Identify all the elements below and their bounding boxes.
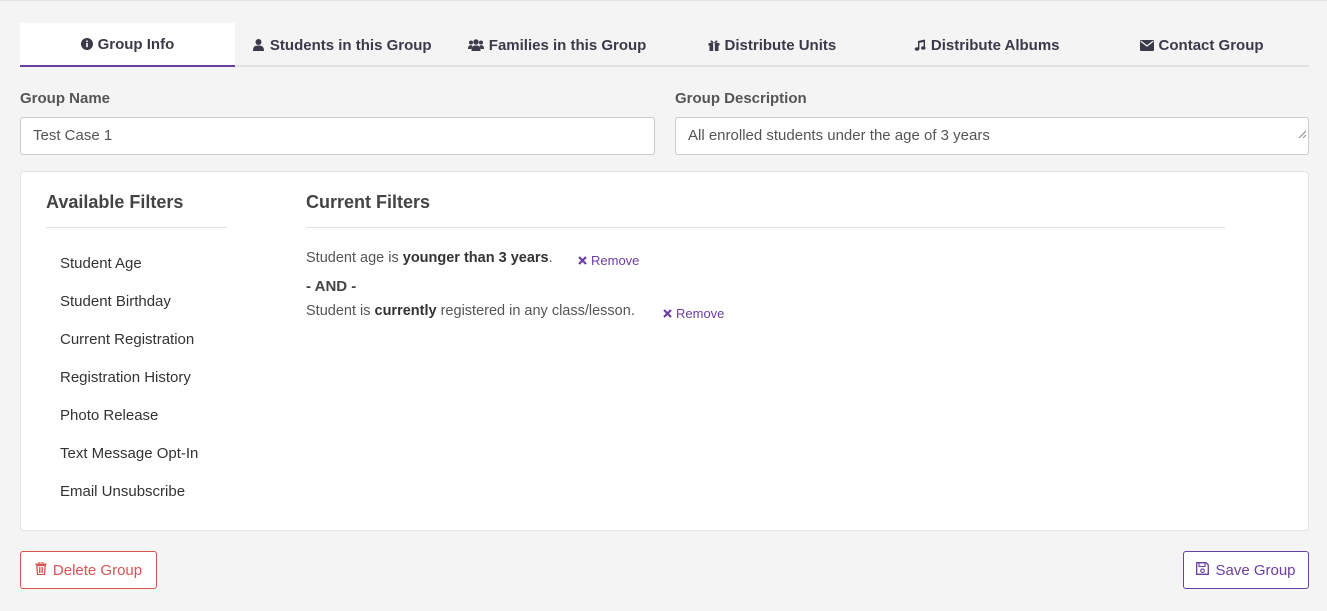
tab-label: Group Info — [97, 35, 175, 53]
delete-group-button[interactable]: Delete Group — [20, 551, 157, 589]
filter-option-photo-release[interactable]: Photo Release — [60, 407, 158, 424]
filter-option-registration-history[interactable]: Registration History — [60, 369, 191, 386]
current-filter-registration: Student is currently registered in any c… — [306, 303, 635, 319]
music-icon — [914, 39, 926, 51]
filter-option-email-unsubscribe[interactable]: Email Unsubscribe — [60, 483, 185, 500]
info-circle-icon — [80, 38, 93, 50]
users-icon — [467, 39, 484, 51]
tab-distribute-albums[interactable]: Distribute Albums — [879, 23, 1094, 67]
divider — [46, 227, 227, 228]
tab-distribute-units[interactable]: Distribute Units — [664, 23, 879, 67]
group-editor: Group Info Students in this Group Famili… — [0, 0, 1327, 611]
tab-label: Students in this Group — [269, 36, 432, 54]
tab-label: Distribute Units — [724, 36, 837, 54]
tab-label: Families in this Group — [488, 36, 647, 54]
current-filter-age: Student age is younger than 3 years. — [306, 250, 553, 266]
tab-group-info[interactable]: Group Info — [20, 23, 235, 67]
save-icon — [1196, 561, 1210, 579]
group-name-input[interactable]: Test Case 1 — [20, 117, 655, 155]
remove-filter-age-button[interactable]: Remove — [578, 253, 639, 268]
tab-students[interactable]: Students in this Group — [235, 23, 450, 67]
filters-panel: Available Filters Student Age Student Bi… — [20, 171, 1309, 531]
current-filters-title: Current Filters — [306, 192, 431, 212]
save-group-button[interactable]: Save Group — [1183, 551, 1309, 589]
save-group-label: Save Group — [1215, 561, 1296, 579]
group-description-label: Group Description — [675, 90, 807, 107]
and-separator: - AND - — [306, 278, 357, 295]
filter-text: Student is — [306, 303, 375, 319]
filter-option-student-birthday[interactable]: Student Birthday — [60, 293, 171, 310]
trash-icon — [35, 561, 47, 579]
filter-option-current-registration[interactable]: Current Registration — [60, 331, 194, 348]
remove-label: Remove — [676, 306, 725, 321]
resize-handle-icon[interactable] — [1298, 116, 1307, 152]
envelope-icon — [1139, 39, 1154, 51]
remove-filter-registration-button[interactable]: Remove — [663, 306, 724, 321]
filter-text: Student age is — [306, 250, 403, 266]
gift-icon — [708, 39, 720, 51]
tab-contact-group[interactable]: Contact Group — [1094, 23, 1309, 67]
filter-emphasis: younger than 3 years — [402, 250, 549, 266]
tab-label: Distribute Albums — [930, 36, 1060, 54]
filter-option-student-age[interactable]: Student Age — [60, 255, 142, 272]
close-icon — [578, 253, 587, 268]
group-description-value: All enrolled students under the age of 3… — [688, 127, 990, 144]
group-name-label: Group Name — [20, 90, 111, 107]
delete-group-label: Delete Group — [52, 561, 143, 579]
tab-label: Contact Group — [1158, 36, 1264, 54]
available-filters-title: Available Filters — [46, 192, 184, 212]
filter-option-text-message-opt-in[interactable]: Text Message Opt-In — [60, 445, 198, 462]
tab-bar: Group Info Students in this Group Famili… — [20, 23, 1309, 67]
group-description-textarea[interactable]: All enrolled students under the age of 3… — [675, 117, 1309, 155]
filter-text: registered in any class/lesson. — [436, 303, 635, 319]
filter-text: . — [548, 250, 553, 266]
user-icon — [253, 39, 265, 51]
close-icon — [663, 306, 672, 321]
tab-families[interactable]: Families in this Group — [450, 23, 665, 67]
remove-label: Remove — [591, 253, 640, 268]
divider — [306, 227, 1225, 228]
filter-emphasis: currently — [374, 303, 437, 319]
